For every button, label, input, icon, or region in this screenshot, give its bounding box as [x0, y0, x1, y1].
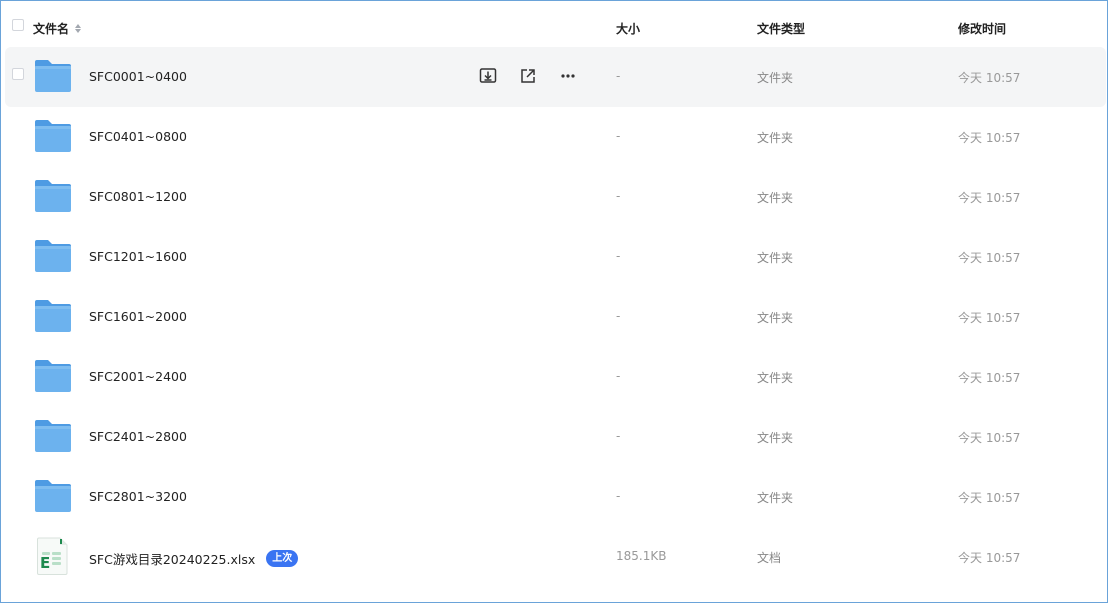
file-size: - [616, 429, 621, 443]
table-row[interactable]: SFC0401~0800 - 文件夹 今天 10:57 [1, 107, 1107, 167]
file-list-panel: 文件名 大小 文件类型 修改时间 SFC0001~0400 - 文件夹 今天 1… [0, 0, 1108, 603]
column-header-size[interactable]: 大小 [616, 20, 640, 37]
file-type: 文件夹 [757, 431, 794, 445]
file-name[interactable]: SFC游戏目录20240225.xlsx 上次 [89, 549, 299, 568]
file-type: 文档 [757, 551, 782, 565]
file-type: 文件夹 [757, 191, 794, 205]
modified-time: 今天 10:57 [958, 431, 1021, 445]
modified-time: 今天 10:57 [958, 131, 1021, 145]
file-size: - [616, 249, 621, 263]
table-row[interactable]: SFC0001~0400 - 文件夹 今天 10:57 [5, 47, 1106, 107]
file-name[interactable]: SFC0801~1200 [89, 189, 187, 204]
modified-time: 今天 10:57 [958, 251, 1021, 265]
folder-icon [34, 299, 72, 333]
file-size: - [616, 369, 621, 383]
file-name[interactable]: SFC0401~0800 [89, 129, 187, 144]
download-icon[interactable] [479, 67, 497, 85]
last-opened-badge: 上次 [266, 550, 299, 567]
file-size: - [616, 189, 621, 203]
folder-icon [34, 239, 72, 273]
file-type: 文件夹 [757, 251, 794, 265]
table-row[interactable]: SFC0801~1200 - 文件夹 今天 10:57 [1, 167, 1107, 227]
folder-icon [34, 59, 72, 93]
folder-icon [34, 419, 72, 453]
file-size: - [616, 129, 621, 143]
modified-time: 今天 10:57 [958, 311, 1021, 325]
sort-icon[interactable] [75, 24, 82, 33]
excel-file-icon: E [34, 537, 72, 575]
modified-time: 今天 10:57 [958, 371, 1021, 385]
column-header-time[interactable]: 修改时间 [958, 20, 1006, 37]
row-actions [479, 67, 577, 85]
file-name[interactable]: SFC1601~2000 [89, 309, 187, 324]
file-name[interactable]: SFC2001~2400 [89, 369, 187, 384]
file-size: 185.1KB [616, 549, 667, 563]
file-type: 文件夹 [757, 71, 794, 85]
file-name[interactable]: SFC1201~1600 [89, 249, 187, 264]
folder-icon [34, 179, 72, 213]
table-row[interactable]: SFC1601~2000 - 文件夹 今天 10:57 [1, 287, 1107, 347]
file-rows: SFC0001~0400 - 文件夹 今天 10:57 SFC0401~0800… [1, 47, 1107, 587]
file-type: 文件夹 [757, 491, 794, 505]
modified-time: 今天 10:57 [958, 191, 1021, 205]
modified-time: 今天 10:57 [958, 551, 1021, 565]
table-row[interactable]: E SFC游戏目录20240225.xlsx 上次 185.1KB 文档 今天 … [1, 527, 1107, 587]
folder-icon [34, 119, 72, 153]
file-name[interactable]: SFC2401~2800 [89, 429, 187, 444]
table-row[interactable]: SFC2401~2800 - 文件夹 今天 10:57 [1, 407, 1107, 467]
folder-icon [34, 479, 72, 513]
share-icon[interactable] [519, 67, 537, 85]
table-row[interactable]: SFC1201~1600 - 文件夹 今天 10:57 [1, 227, 1107, 287]
table-header: 文件名 大小 文件类型 修改时间 [1, 1, 1107, 47]
table-row[interactable]: SFC2001~2400 - 文件夹 今天 10:57 [1, 347, 1107, 407]
row-checkbox[interactable] [12, 68, 24, 80]
file-size: - [616, 309, 621, 323]
table-row[interactable]: SFC2801~3200 - 文件夹 今天 10:57 [1, 467, 1107, 527]
column-header-name[interactable]: 文件名 [33, 20, 82, 37]
file-size: - [616, 489, 621, 503]
file-name[interactable]: SFC0001~0400 [89, 69, 187, 84]
column-header-type[interactable]: 文件类型 [757, 20, 805, 37]
modified-time: 今天 10:57 [958, 71, 1021, 85]
more-icon[interactable] [559, 67, 577, 85]
modified-time: 今天 10:57 [958, 491, 1021, 505]
file-name[interactable]: SFC2801~3200 [89, 489, 187, 504]
folder-icon [34, 359, 72, 393]
svg-text:E: E [40, 554, 50, 572]
file-type: 文件夹 [757, 131, 794, 145]
file-type: 文件夹 [757, 371, 794, 385]
file-type: 文件夹 [757, 311, 794, 325]
file-size: - [616, 69, 621, 83]
select-all-checkbox[interactable] [12, 19, 24, 31]
